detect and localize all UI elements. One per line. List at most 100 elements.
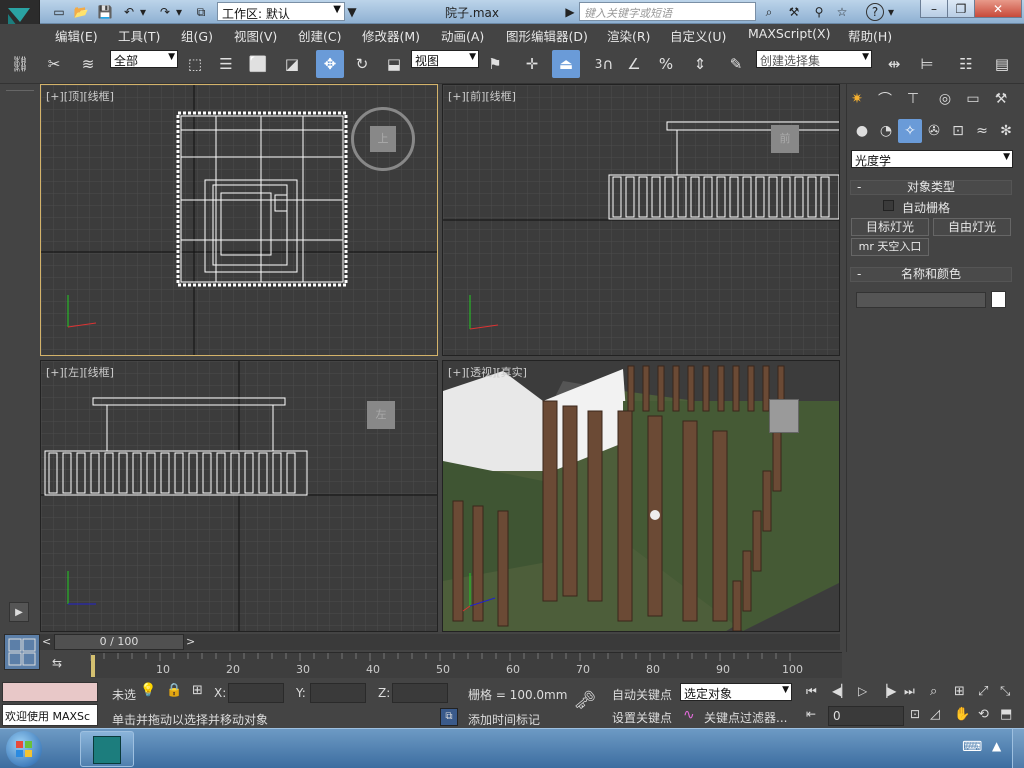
- spinner-snap-icon[interactable]: ⇕: [688, 52, 712, 76]
- maximize-button[interactable]: ❐: [947, 0, 975, 18]
- tools-icon[interactable]: ⚒: [785, 3, 803, 21]
- object-name-input[interactable]: [856, 292, 986, 308]
- project-folder-icon[interactable]: ⧉: [192, 3, 210, 21]
- set-key-button[interactable]: 设置关键点: [612, 709, 672, 726]
- prev-frame-icon[interactable]: ◀▏: [832, 684, 850, 698]
- graphite-toolbar-icon[interactable]: ▤: [990, 52, 1014, 76]
- time-slider-thumb[interactable]: 0 / 100: [54, 634, 184, 650]
- open-file-icon[interactable]: 📂: [72, 3, 90, 21]
- zoom-all-icon[interactable]: ⊞: [954, 684, 965, 699]
- time-slider[interactable]: < 0 / 100 >: [40, 634, 840, 650]
- new-file-icon[interactable]: ▭: [50, 3, 68, 21]
- menu-tools[interactable]: 工具(T): [118, 26, 160, 45]
- menu-edit[interactable]: 编辑(E): [55, 26, 98, 45]
- menu-maxscript[interactable]: MAXScript(X): [748, 26, 830, 41]
- systems-icon[interactable]: ✻: [994, 119, 1018, 143]
- lights-icon[interactable]: ✧: [898, 119, 922, 143]
- pivot-center-icon[interactable]: ⚑: [483, 52, 507, 76]
- maximize-viewport-icon[interactable]: ⬒: [1000, 707, 1012, 722]
- key-filters-button[interactable]: 关键点过滤器...: [704, 709, 787, 726]
- viewport-top[interactable]: [+][顶][线框] 上: [40, 84, 438, 356]
- menu-rendering[interactable]: 渲染(R): [607, 26, 650, 45]
- menu-animation[interactable]: 动画(A): [441, 26, 484, 45]
- key-mode-dropdown[interactable]: 选定对象 ▼: [680, 683, 792, 701]
- goto-start-icon[interactable]: ⏮: [806, 684, 817, 699]
- link-icon[interactable]: ⛓: [8, 52, 32, 76]
- redo-icon[interactable]: ↷: [156, 3, 174, 21]
- menu-group[interactable]: 组(G): [181, 26, 213, 45]
- x-coordinate-field[interactable]: [228, 683, 284, 703]
- rect-selection-icon[interactable]: ⬜: [246, 52, 270, 76]
- viewport-top-label[interactable]: [+][顶][线框]: [46, 88, 114, 104]
- maxscript-welcome[interactable]: 欢迎使用 MAXSc: [2, 704, 98, 726]
- snap-toggle-icon[interactable]: 3 ∩: [592, 52, 616, 76]
- zoom-icon[interactable]: ⌕: [930, 684, 937, 699]
- ref-coord-dropdown[interactable]: 视图 ▼: [411, 50, 479, 68]
- move-icon[interactable]: ✥: [316, 50, 344, 78]
- zoom-extents-all-icon[interactable]: ⤡: [1000, 684, 1010, 699]
- menu-help[interactable]: 帮助(H): [848, 26, 892, 45]
- viewcube-left[interactable]: 左: [351, 399, 415, 439]
- start-button-icon[interactable]: [6, 731, 42, 767]
- absolute-mode-icon[interactable]: ⊞: [192, 683, 208, 699]
- name-color-rollout[interactable]: - 名称和颜色: [850, 267, 1012, 282]
- align-icon[interactable]: ⊨: [915, 52, 939, 76]
- current-frame-field[interactable]: 0: [828, 706, 904, 726]
- show-desktop-button[interactable]: [1012, 729, 1024, 768]
- zoom-extents-icon[interactable]: ⤢: [978, 684, 988, 699]
- menu-modifiers[interactable]: 修改器(M): [362, 26, 420, 45]
- time-config-icon[interactable]: ⊡: [910, 707, 920, 721]
- binoculars-icon[interactable]: ⌕: [760, 3, 778, 21]
- viewcube-front[interactable]: 前: [753, 123, 817, 163]
- undo-dropdown-icon[interactable]: ▾: [138, 3, 148, 21]
- viewport-left-label[interactable]: [+][左][线框]: [46, 364, 114, 380]
- named-selection-dropdown[interactable]: 创建选择集 ▼: [756, 50, 872, 68]
- mini-curve-editor-icon[interactable]: ⇆: [52, 656, 74, 674]
- select-by-name-icon[interactable]: ☰: [214, 52, 238, 76]
- orbit-icon[interactable]: ⟲: [978, 707, 989, 722]
- favorites-star-icon[interactable]: ☆: [833, 3, 851, 21]
- object-color-swatch[interactable]: [991, 291, 1006, 308]
- create-tab-icon[interactable]: ✷: [845, 87, 869, 111]
- viewport-perspective-label[interactable]: [+][透视][真实]: [448, 364, 527, 380]
- free-light-button[interactable]: 自由灯光: [933, 218, 1011, 236]
- auto-grid-checkbox[interactable]: [883, 200, 894, 211]
- close-button[interactable]: ✕: [974, 0, 1022, 18]
- scale-icon[interactable]: ⬓: [382, 52, 406, 76]
- tray-expand-icon[interactable]: ▲: [992, 739, 1001, 753]
- menu-customize[interactable]: 自定义(U): [670, 26, 726, 45]
- rotate-icon[interactable]: ↻: [350, 52, 374, 76]
- menu-graph-editors[interactable]: 图形编辑器(D): [506, 26, 588, 45]
- help-icon[interactable]: ?: [866, 3, 884, 21]
- play-expand-icon[interactable]: ▶: [9, 602, 29, 622]
- viewport-front-label[interactable]: [+][前][线框]: [448, 88, 516, 104]
- add-time-tag[interactable]: 添加时间标记: [468, 711, 540, 728]
- pan-icon[interactable]: ✋: [954, 707, 970, 722]
- menu-expand-icon[interactable]: ▼: [346, 3, 358, 21]
- set-key-icon[interactable]: 🗝: [568, 690, 602, 716]
- viewport-perspective[interactable]: [+][透视][真实]: [442, 360, 840, 632]
- maxscript-listener-mini[interactable]: [2, 682, 98, 702]
- target-light-button[interactable]: 目标灯光: [851, 218, 929, 236]
- next-frame-icon[interactable]: ▕▶: [878, 684, 896, 698]
- track-bar[interactable]: 10 20 30 40 50 60 70 80 90 100: [89, 652, 842, 678]
- utilities-tab-icon[interactable]: ⚒: [989, 87, 1013, 111]
- keyboard-shortcut-icon[interactable]: ⏏: [552, 50, 580, 78]
- viewport-left[interactable]: [+][左][线框] 左: [40, 360, 438, 632]
- space-warps-icon[interactable]: ≈: [970, 119, 994, 143]
- isolate-selection-icon[interactable]: 💡: [140, 683, 156, 699]
- timeline-prev-icon[interactable]: <: [42, 635, 51, 648]
- exchange-icon[interactable]: ⚲: [810, 3, 828, 21]
- minimize-button[interactable]: –: [920, 0, 948, 18]
- taskbar-3dsmax-button[interactable]: [80, 731, 134, 767]
- redo-dropdown-icon[interactable]: ▾: [174, 3, 184, 21]
- workspace-dropdown[interactable]: 工作区: 默认 ▼: [217, 2, 345, 21]
- sky-portal-button[interactable]: mr 天空入口: [851, 238, 929, 256]
- menu-views[interactable]: 视图(V): [234, 26, 277, 45]
- keyboard-icon[interactable]: ⌨: [962, 739, 982, 755]
- goto-end-icon[interactable]: ⏭: [904, 684, 915, 699]
- viewport-front[interactable]: [+][前][线框] 前: [442, 84, 840, 356]
- save-icon[interactable]: 💾: [96, 3, 114, 21]
- add-time-tag-icon[interactable]: ⧉: [440, 708, 458, 726]
- auto-key-button[interactable]: 自动关键点: [612, 686, 672, 703]
